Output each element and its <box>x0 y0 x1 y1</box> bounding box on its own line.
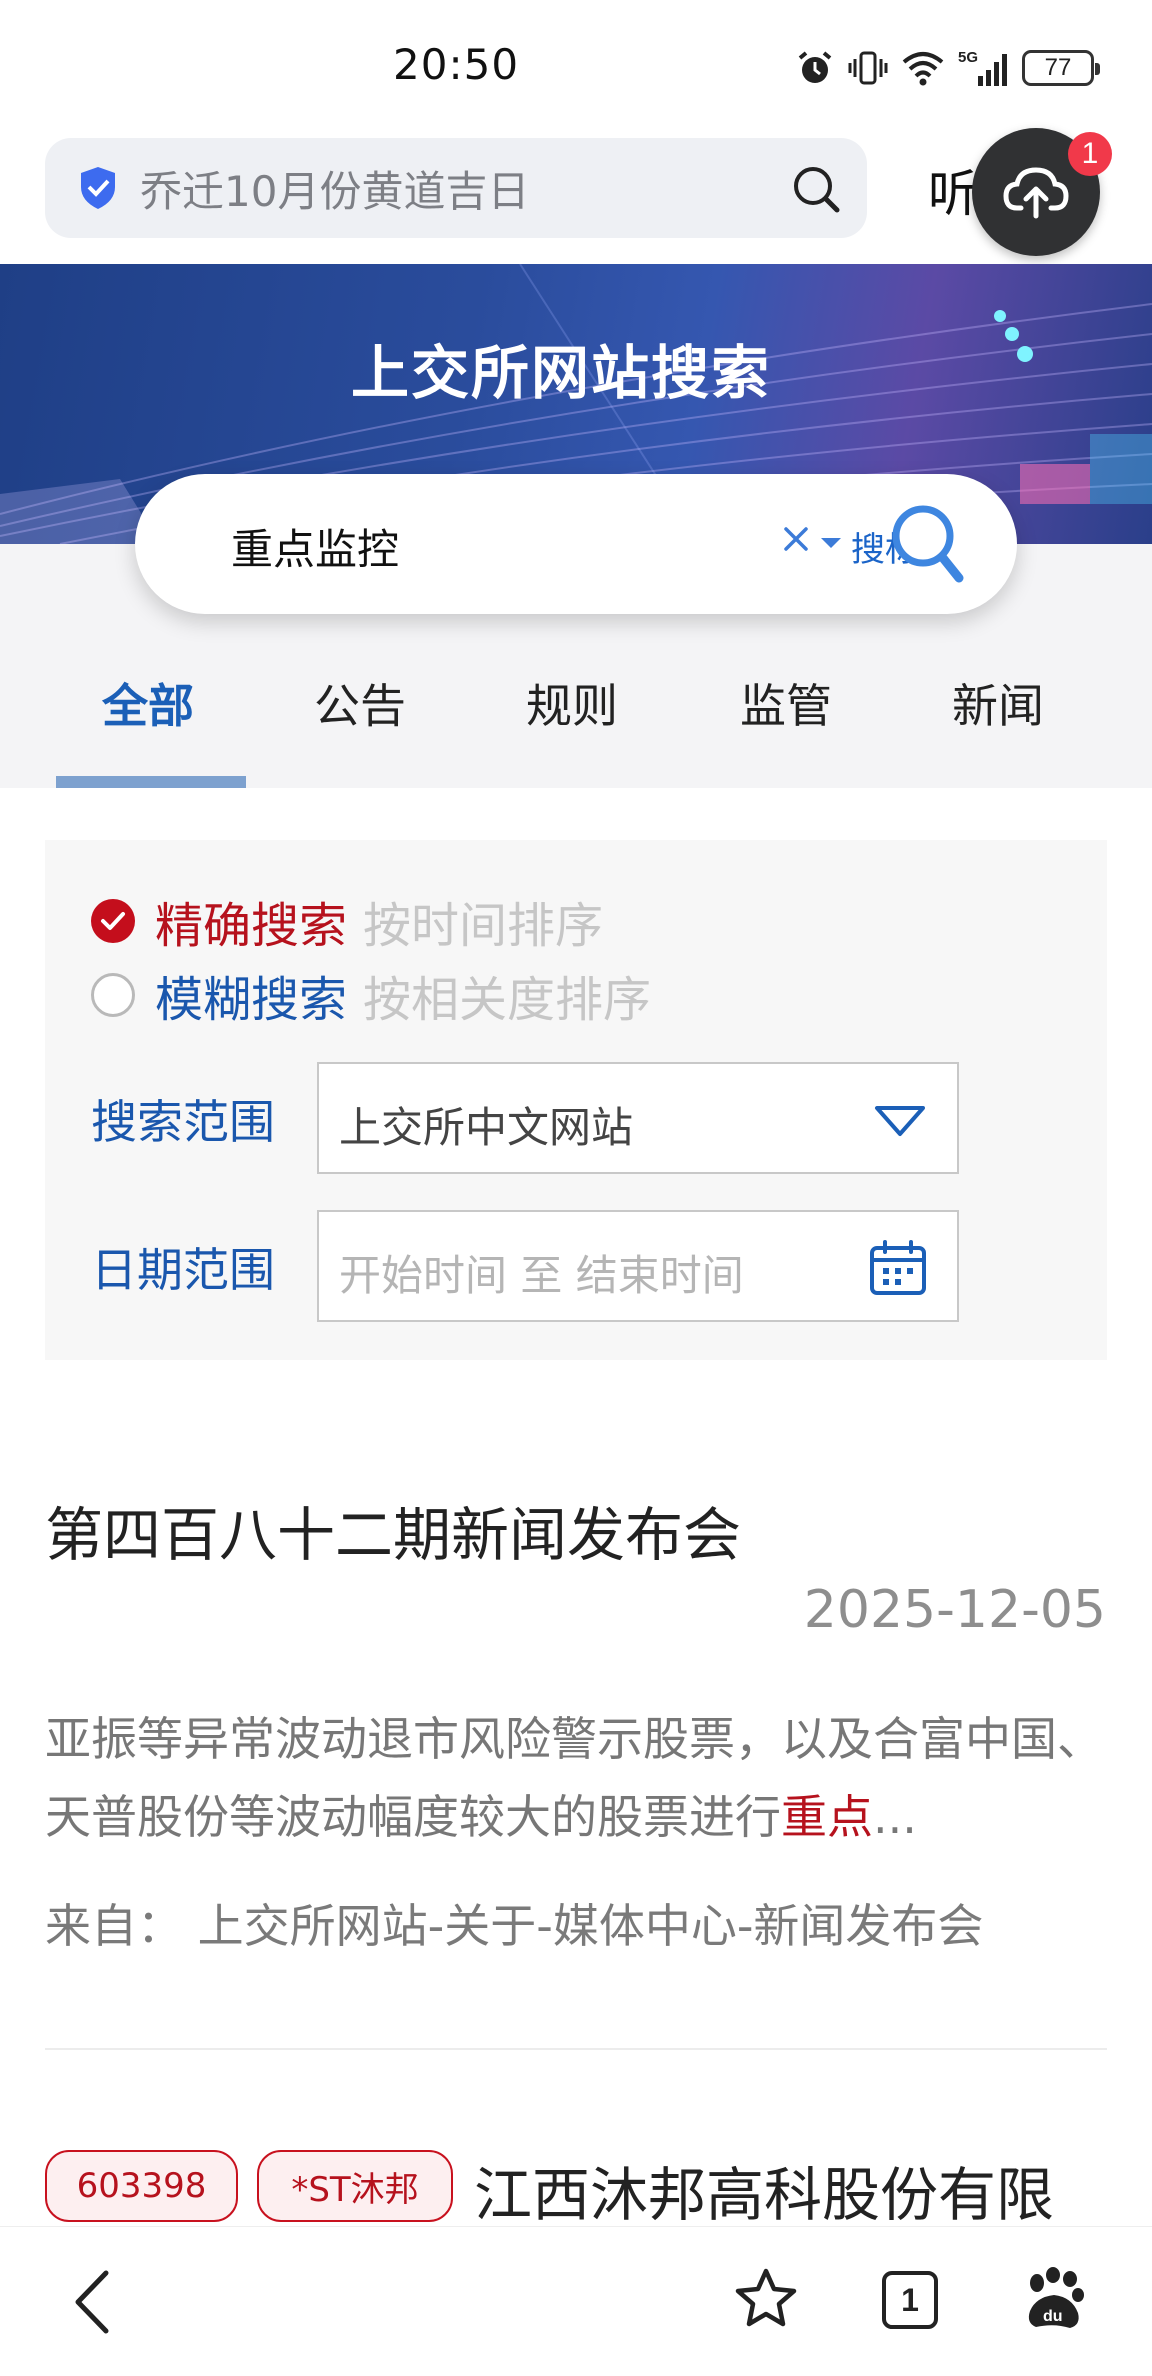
tab-all[interactable]: 全部 <box>102 670 194 736</box>
radio-unchecked-icon[interactable] <box>91 973 135 1017</box>
result-date: 2025-12-05 <box>803 1580 1106 1640</box>
snippet-text: 亚振等异常波动退市风险警示股票，以及合富中国、天普股份等波动幅度较大的股票进行 <box>45 1712 1103 1844</box>
battery-indicator: 77 <box>1022 50 1100 86</box>
svg-text:du: du <box>1043 2308 1063 2325</box>
tab-count: 1 <box>882 2271 938 2329</box>
fuzzy-search-option[interactable]: 模糊搜索 按相关度排序 <box>91 960 651 1030</box>
filter-panel: 精确搜索 按时间排序 模糊搜索 按相关度排序 搜索范围 上交所中文网站 日期范围… <box>45 840 1107 1360</box>
battery-level: 77 <box>1044 54 1072 81</box>
listen-button[interactable]: 听 <box>928 154 978 226</box>
exact-search-label: 精确搜索 <box>155 898 348 954</box>
search-range-label: 搜索范围 <box>91 1095 275 1149</box>
tab-rules[interactable]: 规则 <box>526 670 618 736</box>
svg-text:5G: 5G <box>958 49 978 66</box>
date-range-label: 日期范围 <box>91 1243 275 1297</box>
result-title[interactable]: 第四百八十二期新闻发布会 <box>45 1488 741 1572</box>
snippet-highlight: 重点 <box>781 1790 873 1844</box>
search-submit-icon[interactable] <box>887 500 969 590</box>
date-range-placeholder: 开始时间 至 结束时间 <box>339 1251 744 1300</box>
browser-top-bar: 乔迁10月份黄道吉日 听 1 <box>0 128 1152 264</box>
site-search-input[interactable]: 重点监控 <box>231 516 399 577</box>
active-tab-indicator <box>56 776 246 788</box>
cellular-5g-icon: 5G <box>958 49 1007 86</box>
alarm-icon <box>798 51 832 83</box>
bookmark-star-icon[interactable] <box>733 2267 799 2331</box>
status-time: 20:50 <box>393 40 520 89</box>
chevron-down-icon[interactable] <box>821 538 841 548</box>
radio-checked-icon[interactable] <box>91 899 135 943</box>
tabs-button[interactable]: 1 <box>882 2271 938 2329</box>
cloud-upload-icon <box>1003 167 1069 219</box>
stock-name-badge: *ST沐邦 <box>257 2150 453 2222</box>
bottom-navigation: 1 du <box>0 2226 1152 2376</box>
browser-search-bar[interactable]: 乔迁10月份黄道吉日 <box>45 138 867 238</box>
browser-search-text: 乔迁10月份黄道吉日 <box>140 166 530 216</box>
tab-announcements[interactable]: 公告 <box>314 670 406 736</box>
banner-title: 上交所网站搜索 <box>350 339 771 407</box>
search-icon[interactable] <box>791 164 841 214</box>
exact-search-hint: 按时间排序 <box>363 898 604 954</box>
search-range-value: 上交所中文网站 <box>339 1103 634 1152</box>
calendar-icon[interactable] <box>869 1240 927 1296</box>
vibrate-icon <box>848 51 888 85</box>
tab-news[interactable]: 新闻 <box>952 670 1044 736</box>
snippet-ellipsis: ... <box>873 1790 917 1844</box>
result-divider <box>45 2048 1107 2050</box>
result-source: 来自： 上交所网站-关于-媒体中心-新闻发布会 <box>45 1899 984 1953</box>
status-bar: 20:50 5G 77 <box>0 0 1152 132</box>
stock-code-badge: 603398 <box>45 2150 238 2222</box>
fuzzy-search-hint: 按相关度排序 <box>363 972 652 1028</box>
clear-icon[interactable] <box>781 524 811 554</box>
shield-icon <box>81 167 115 209</box>
baidu-paw-icon[interactable]: du <box>1024 2267 1086 2333</box>
status-icons: 5G 77 <box>796 46 1100 90</box>
check-icon <box>101 912 125 930</box>
date-range-input[interactable]: 开始时间 至 结束时间 <box>317 1210 959 1322</box>
result-snippet: 亚振等异常波动退市风险警示股票，以及合富中国、天普股份等波动幅度较大的股票进行重… <box>45 1700 1107 1856</box>
result-title[interactable]: 江西沐邦高科股份有限 <box>474 2148 1054 2232</box>
site-search-box[interactable]: 重点监控 搜标... <box>135 474 1017 614</box>
wifi-icon <box>902 52 944 86</box>
triangle-down-icon <box>875 1106 925 1136</box>
tab-regulation[interactable]: 监管 <box>740 670 832 736</box>
search-range-select[interactable]: 上交所中文网站 <box>317 1062 959 1174</box>
back-icon[interactable] <box>70 2269 114 2335</box>
category-tabs: 全部 公告 规则 监管 新闻 <box>0 640 1152 788</box>
fuzzy-search-label: 模糊搜索 <box>155 972 348 1028</box>
exact-search-option[interactable]: 精确搜索 按时间排序 <box>91 886 603 956</box>
notification-badge: 1 <box>1068 132 1112 176</box>
